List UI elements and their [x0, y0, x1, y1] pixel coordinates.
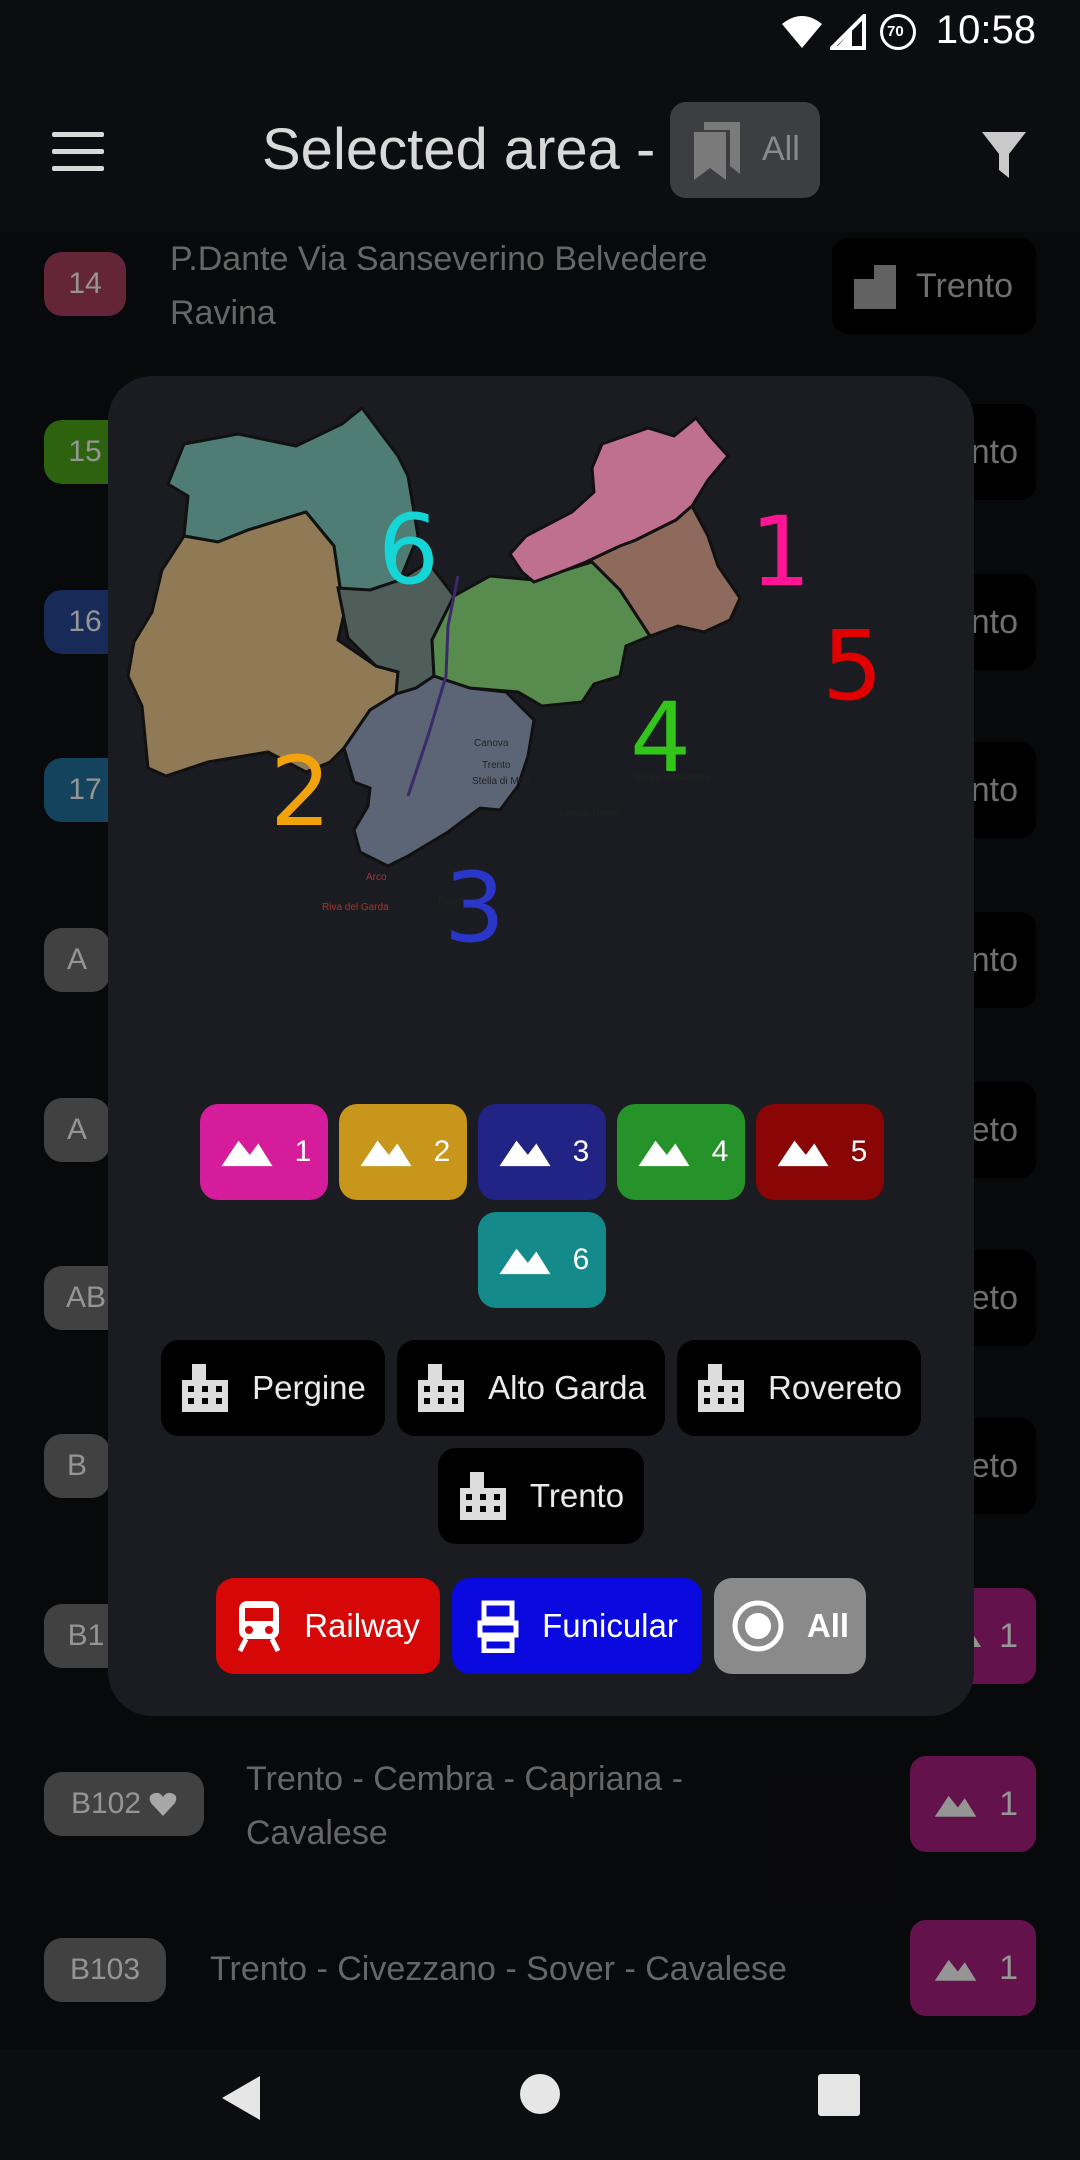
map-place-label: Arco — [366, 872, 387, 883]
city-icon — [182, 1364, 229, 1412]
area-chip-label: All — [762, 130, 800, 168]
mountain-icon — [777, 1140, 829, 1167]
menu-icon[interactable] — [52, 132, 104, 172]
map-zone-number-5: 5 — [822, 610, 884, 722]
map-zone-number-4: 4 — [630, 682, 692, 794]
area-selector-button[interactable]: All — [670, 102, 820, 198]
train-icon — [237, 1601, 281, 1653]
map-place-label: Levico Terme — [560, 808, 620, 819]
app-bar: Selected area - All — [0, 72, 1080, 232]
railway-button[interactable]: Railway — [216, 1578, 440, 1674]
type-button-label: Railway — [304, 1607, 420, 1644]
map-place-label: Stella di Mori — [472, 776, 530, 787]
mountain-icon — [638, 1140, 690, 1167]
clock: 10:58 — [935, 8, 1036, 52]
all-types-button[interactable]: All — [714, 1578, 866, 1674]
zone-button-label: 4 — [711, 1135, 729, 1168]
mountain-icon — [499, 1140, 551, 1167]
city-button-label: Alto Garda — [488, 1369, 646, 1406]
map-place-label: Trento — [482, 760, 511, 771]
city-icon — [698, 1364, 745, 1412]
zone-2-button[interactable]: 2 — [339, 1104, 467, 1200]
zone-3-button[interactable]: 3 — [478, 1104, 606, 1200]
city-button-label: Rovereto — [768, 1369, 902, 1406]
filter-icon[interactable] — [980, 130, 1028, 180]
zone-button-label: 3 — [572, 1135, 590, 1168]
city-rovereto-button[interactable]: Rovereto — [677, 1340, 921, 1436]
battery-level: 70 — [887, 23, 904, 40]
signal-icon — [830, 14, 866, 50]
funicular-button[interactable]: Funicular — [452, 1578, 702, 1674]
home-icon[interactable] — [520, 2074, 560, 2114]
zone-button-label: 1 — [294, 1135, 312, 1168]
mountain-icon — [221, 1140, 273, 1167]
type-button-label: Funicular — [542, 1607, 678, 1644]
wifi-icon — [782, 16, 822, 48]
back-icon[interactable] — [218, 2074, 264, 2122]
map-zone-number-6: 6 — [378, 494, 440, 606]
city-pergine-button[interactable]: Pergine — [161, 1340, 385, 1436]
funicular-icon — [477, 1600, 519, 1653]
battery-saver-icon: 70 — [880, 14, 916, 50]
map-place-label: Riva del Garda — [322, 902, 389, 913]
status-bar: 70 10:58 — [0, 0, 1080, 72]
city-button-label: Trento — [529, 1477, 625, 1514]
map-zone-number-3: 3 — [444, 852, 506, 964]
zone-4-button[interactable]: 4 — [617, 1104, 745, 1200]
mountain-icon — [499, 1248, 551, 1275]
city-button-label: Pergine — [252, 1369, 366, 1406]
system-nav-bar — [0, 2050, 1080, 2160]
radio-selected-icon — [732, 1600, 784, 1652]
page-title: Selected area - — [262, 117, 656, 182]
city-icon — [459, 1472, 506, 1520]
map-zone-number-1: 1 — [750, 496, 812, 608]
zone-6-button[interactable]: 6 — [478, 1212, 606, 1308]
recents-icon[interactable] — [818, 2074, 860, 2116]
city-alto-garda-button[interactable]: Alto Garda — [397, 1340, 665, 1436]
zone-5-button[interactable]: 5 — [756, 1104, 884, 1200]
area-selection-dialog: Canova Trento Stella di Mori Borgo Valsu… — [108, 376, 974, 1716]
map-place-label: Canova — [474, 738, 509, 749]
zone-1-button[interactable]: 1 — [200, 1104, 328, 1200]
mountain-icon — [360, 1140, 412, 1167]
city-trento-button[interactable]: Trento — [438, 1448, 644, 1544]
type-button-label: All — [806, 1607, 850, 1644]
zone-button-label: 2 — [433, 1135, 451, 1168]
bookmarks-icon — [694, 122, 740, 180]
map-zone-number-2: 2 — [270, 736, 332, 848]
zone-button-label: 5 — [850, 1135, 868, 1168]
zone-map[interactable] — [108, 376, 974, 1076]
city-icon — [418, 1364, 465, 1412]
zone-button-label: 6 — [572, 1243, 590, 1276]
